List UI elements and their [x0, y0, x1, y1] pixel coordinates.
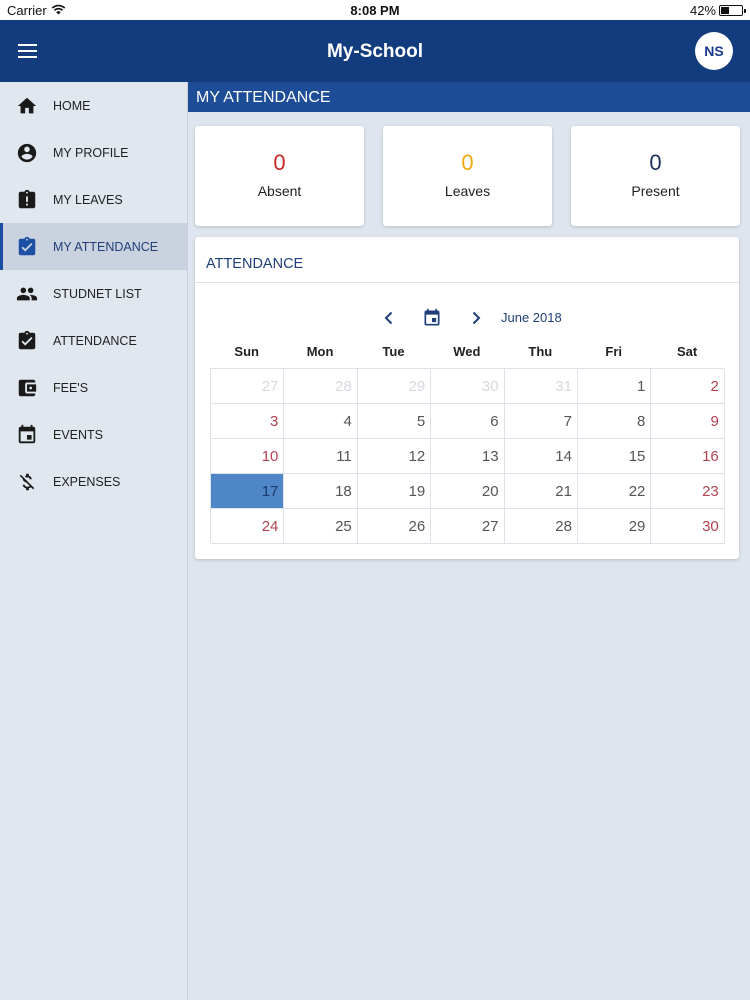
sidebar-item-label: MY ATTENDANCE: [53, 239, 159, 254]
sidebar-item-my-profile[interactable]: MY PROFILE: [0, 129, 187, 176]
calendar-day[interactable]: 30: [651, 509, 725, 544]
calendar-day[interactable]: 10: [211, 439, 285, 474]
status-bar: Carrier 8:08 PM 42%: [0, 0, 750, 20]
weekday-header: Sun Mon Tue Wed Thu Fri Sat: [210, 344, 724, 362]
sidebar-item-home[interactable]: HOME: [0, 82, 187, 129]
calendar-day[interactable]: 26: [357, 509, 432, 544]
weekday-label: Tue: [382, 344, 405, 359]
leaves-label: Leaves: [444, 183, 491, 199]
dollar-off-icon: [19, 473, 35, 491]
calendar-day[interactable]: 20: [431, 474, 505, 509]
calendar-day[interactable]: 3: [211, 404, 285, 439]
calendar-day[interactable]: 12: [357, 439, 432, 474]
calendar-day[interactable]: 5: [357, 404, 432, 439]
account-circle-icon: [17, 143, 37, 163]
calendar-day[interactable]: 27: [431, 509, 505, 544]
clipboard-alert-icon: [18, 189, 36, 209]
weekday-label: Thu: [528, 344, 553, 359]
calendar-day[interactable]: 8: [578, 404, 652, 439]
absent-label: Absent: [257, 183, 302, 199]
weekday-label: Sun: [234, 344, 259, 359]
calendar-day[interactable]: 21: [504, 474, 578, 509]
calendar-day[interactable]: 7: [504, 404, 578, 439]
home-icon: [17, 97, 37, 114]
calendar-day[interactable]: 28: [504, 509, 578, 544]
calendar-day[interactable]: 28: [284, 369, 358, 404]
calendar-day[interactable]: 19: [357, 474, 432, 509]
present-count: 0: [649, 150, 662, 175]
leaves-card: 0 Leaves: [383, 126, 552, 226]
leaves-count: 0: [461, 150, 474, 175]
calendar-day[interactable]: 30: [431, 369, 505, 404]
sidebar-item-label: EVENTS: [53, 427, 104, 442]
calendar-day[interactable]: 29: [357, 369, 432, 404]
sidebar-item-my-attendance[interactable]: MY ATTENDANCE: [0, 223, 187, 270]
calendar-day[interactable]: 29: [578, 509, 652, 544]
chevron-left-icon: [384, 311, 393, 325]
sidebar: HOME MY PROFILE MY LEAVES MY ATTENDANCE …: [0, 82, 188, 1000]
month-label: June 2018: [501, 310, 562, 325]
present-label: Present: [631, 183, 680, 199]
calendar-event-icon: [18, 424, 36, 444]
sidebar-item-label: ATTENDANCE: [53, 333, 137, 348]
next-month-button[interactable]: [465, 307, 487, 329]
calendar-day[interactable]: 14: [504, 439, 578, 474]
calendar-day[interactable]: 4: [284, 404, 358, 439]
sidebar-item-events[interactable]: EVENTS: [0, 411, 187, 458]
people-icon: [16, 287, 38, 301]
battery-percent: 42%: [689, 3, 716, 18]
sidebar-item-label: FEE'S: [53, 380, 89, 395]
sidebar-item-fees[interactable]: FEE'S: [0, 364, 187, 411]
attendance-calendar-card: ATTENDANCE June 2018 Sun Mon Tue Wed Thu Fri S…: [195, 237, 739, 559]
calendar-day[interactable]: 27: [211, 369, 285, 404]
weekday-label: Mon: [306, 344, 334, 359]
calendar-picker-button[interactable]: [420, 307, 444, 329]
app-title: My-School: [326, 41, 424, 62]
sidebar-item-attendance[interactable]: ATTENDANCE: [0, 317, 187, 364]
calendar-day[interactable]: 16: [651, 439, 725, 474]
avatar[interactable]: NS: [695, 32, 733, 70]
divider: [195, 282, 739, 283]
sidebar-item-label: MY PROFILE: [53, 145, 129, 160]
calendar-day[interactable]: 13: [431, 439, 505, 474]
weekday-label: Sat: [676, 344, 698, 359]
calendar-day[interactable]: 18: [284, 474, 358, 509]
battery-icon: [719, 5, 746, 16]
chevron-right-icon: [472, 311, 481, 325]
sidebar-item-my-leaves[interactable]: MY LEAVES: [0, 176, 187, 223]
calendar-card-title: ATTENDANCE: [206, 256, 304, 272]
clipboard-check-icon: [18, 236, 36, 256]
calendar-day[interactable]: 23: [651, 474, 725, 509]
absent-count: 0: [273, 150, 286, 175]
sidebar-item-expenses[interactable]: EXPENSES: [0, 458, 187, 505]
app-bar: My-School NS: [0, 20, 750, 82]
sidebar-item-label: STUDNET LIST: [53, 286, 142, 301]
calendar-day[interactable]: 1: [578, 369, 652, 404]
weekday-label: Fri: [605, 344, 622, 359]
sidebar-item-label: MY LEAVES: [53, 192, 123, 207]
page-title: MY ATTENDANCE: [188, 82, 750, 112]
clock: 8:08 PM: [350, 3, 400, 18]
present-card: 0 Present: [571, 126, 740, 226]
weekday-label: Wed: [453, 344, 481, 359]
calendar-day[interactable]: 25: [284, 509, 358, 544]
calendar-grid: 27 28 29 30 31 1 2 3 4 5 6 7 8 9 10 11 12 13 14 15 16 17 18 19 2…: [210, 368, 725, 544]
calendar-day[interactable]: 15: [578, 439, 652, 474]
calendar-day[interactable]: 31: [504, 369, 578, 404]
calendar-day[interactable]: 24: [211, 509, 285, 544]
clipboard-check-icon: [18, 330, 36, 350]
sidebar-item-student-list[interactable]: STUDNET LIST: [0, 270, 187, 317]
calendar-icon: [424, 308, 440, 326]
prev-month-button[interactable]: [378, 307, 400, 329]
calendar-day[interactable]: 11: [284, 439, 358, 474]
calendar-day[interactable]: 2: [651, 369, 725, 404]
sidebar-item-label: HOME: [53, 98, 91, 113]
calendar-day[interactable]: 22: [578, 474, 652, 509]
calendar-day[interactable]: 6: [431, 404, 505, 439]
wallet-icon: [18, 379, 37, 397]
calendar-day[interactable]: 9: [651, 404, 725, 439]
calendar-day[interactable]: 17: [211, 474, 285, 509]
sidebar-item-label: EXPENSES: [53, 474, 121, 489]
absent-card: 0 Absent: [195, 126, 364, 226]
